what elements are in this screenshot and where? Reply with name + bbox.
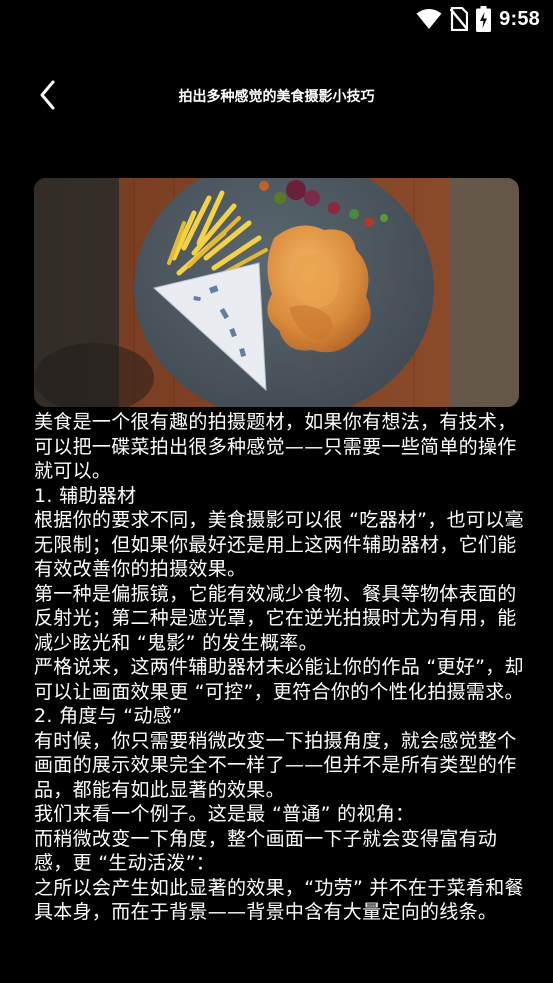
- top-app-bar: 拍出多种感觉的美食摄影小技巧: [0, 74, 553, 120]
- wifi-icon: [416, 8, 442, 30]
- article-paragraph: 第一种是偏振镜，它能有效减少食物、餐具等物体表面的反射光；第二种是遮光罩，它在逆…: [34, 582, 517, 654]
- battery-charging-icon: [476, 6, 492, 32]
- article-paragraph: 我们来看一个例子。这是最 “普通” 的视角：: [34, 803, 415, 825]
- no-sim-icon: [450, 7, 469, 31]
- article-paragraph: 有时候，你只需要稍微改变一下拍摄角度，就会感觉整个画面的展示效果完全不一样了——…: [34, 729, 517, 801]
- article-paragraph: 之所以会产生如此显著的效果，“功劳” 并不在于菜肴和餐具本身，而在于背景——背景…: [34, 876, 524, 924]
- page-title: 拍出多种感觉的美食摄影小技巧: [178, 89, 375, 105]
- article-body: 美食是一个很有趣的拍摄题材，如果你有想法，有技术，可以把一碟菜拍出很多种感觉——…: [34, 410, 524, 925]
- status-time: 9:58: [499, 7, 540, 30]
- article-paragraph: 美食是一个很有趣的拍摄题材，如果你有想法，有技术，可以把一碟菜拍出很多种感觉——…: [34, 411, 517, 482]
- section-heading: 2. 角度与 “动感”: [34, 705, 183, 727]
- article-paragraph: 而稍微改变一下角度，整个画面一下子就会变得富有动感，更 “生动活泼”：: [34, 827, 498, 875]
- status-icons: 9:58: [416, 6, 540, 32]
- status-bar: 9:58: [0, 0, 553, 38]
- article-paragraph: 严格说来，这两件辅助器材未必能让你的作品 “更好”，却可以让画面效果更 “可控”…: [34, 656, 524, 703]
- hero-image: [34, 178, 519, 407]
- section-heading: 1. 辅助器材: [34, 484, 137, 507]
- article-paragraph: 根据你的要求不同，美食摄影可以很 “吃器材”，也可以毫无限制；但如果你最好还是用…: [34, 509, 524, 580]
